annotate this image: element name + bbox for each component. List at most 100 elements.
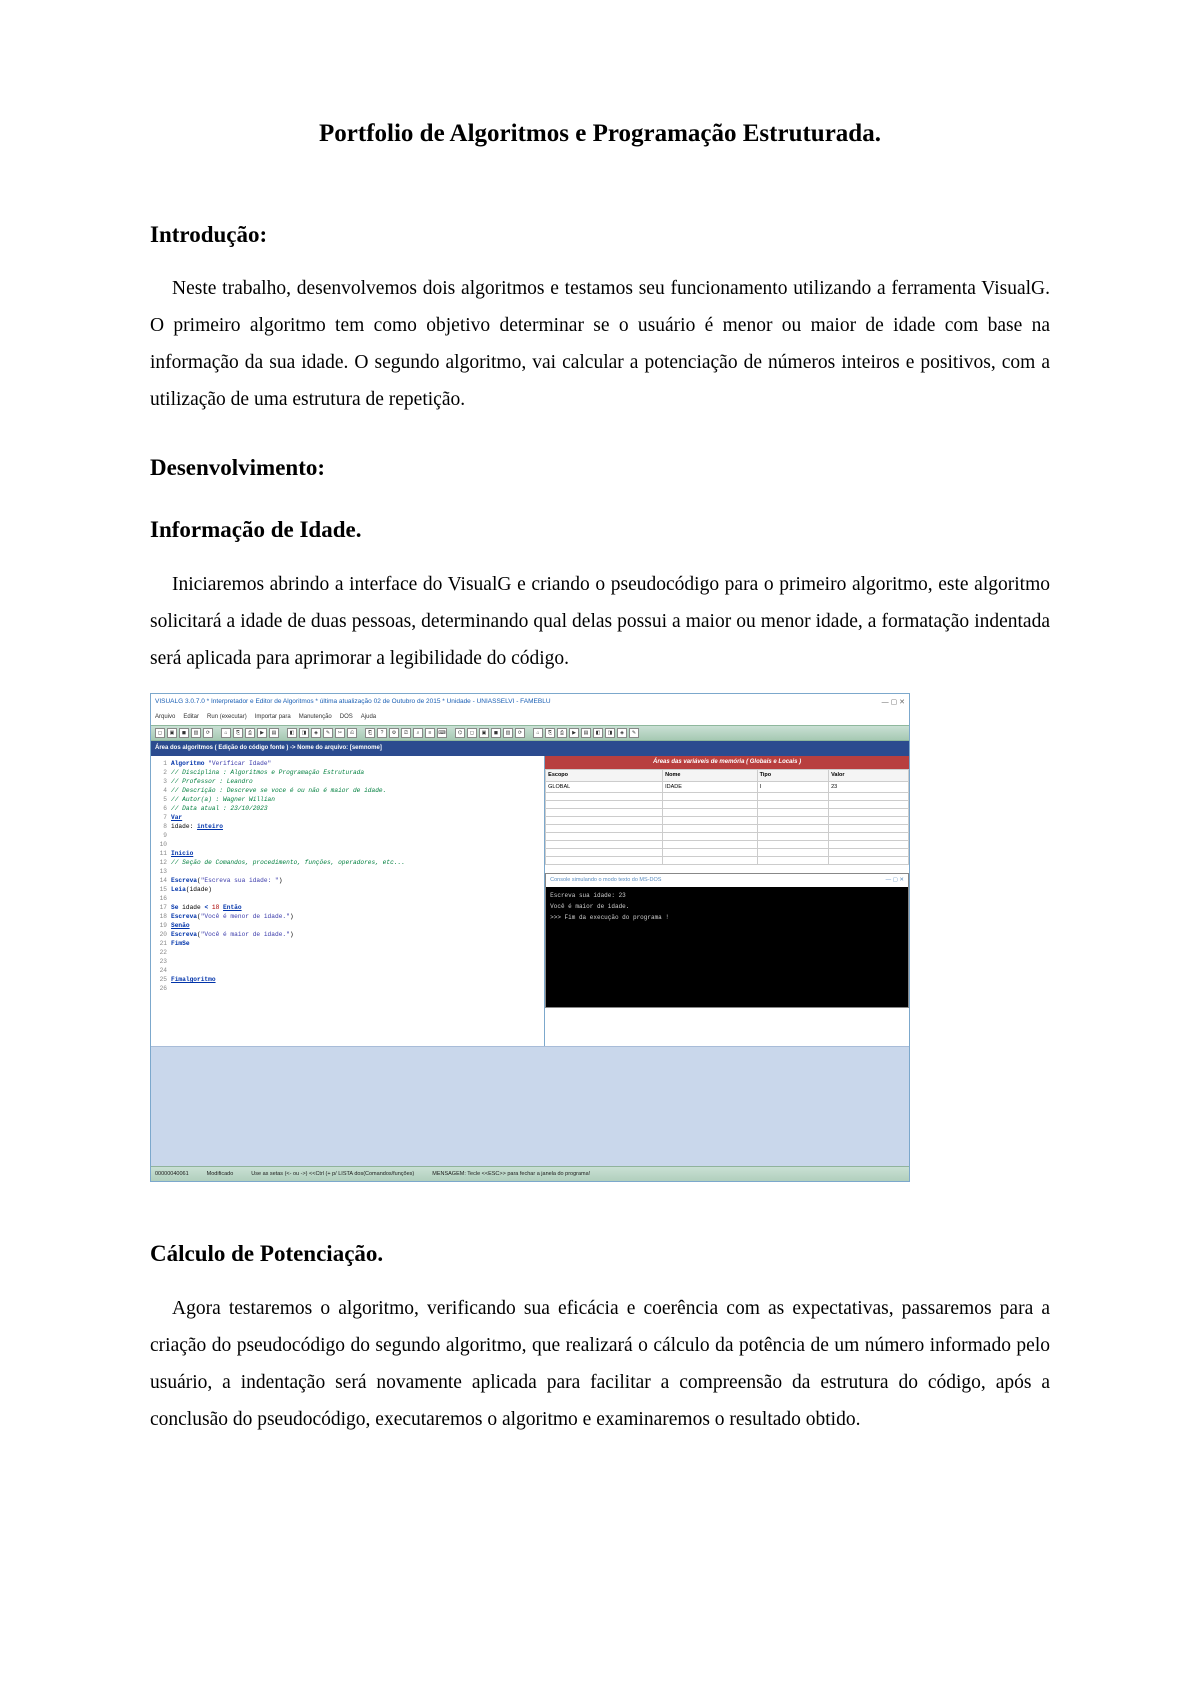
toolbar-button-icon[interactable]: ▶ bbox=[569, 728, 579, 738]
table-row bbox=[546, 841, 909, 849]
table-row bbox=[546, 857, 909, 865]
code-line[interactable]: 6// Data atual : 23/10/2023 bbox=[153, 804, 538, 813]
code-line[interactable]: 19 Senão bbox=[153, 921, 538, 930]
table-row bbox=[546, 825, 909, 833]
visualg-toolbar[interactable]: ◻▣◼▥⟳⌂⎘⎙▶▤◧◨◈✎✂⎌⎗?⚙⎚⌕≡⌨⌬◻▣◼▥⟳⌂⎘⎙▶▤◧◨◈✎ bbox=[151, 725, 909, 741]
toolbar-button-icon[interactable]: ▥ bbox=[191, 728, 201, 738]
code-line[interactable]: 22 bbox=[153, 948, 538, 957]
table-row bbox=[546, 849, 909, 857]
menu-item[interactable]: Run (executar) bbox=[207, 714, 247, 720]
status-position: 00000040061 bbox=[155, 1169, 189, 1179]
code-line[interactable]: 12// Seção de Comandos, procedimento, fu… bbox=[153, 858, 538, 867]
code-line[interactable]: 9 bbox=[153, 831, 538, 840]
toolbar-button-icon[interactable]: ? bbox=[377, 728, 387, 738]
toolbar-button-icon[interactable]: ▣ bbox=[167, 728, 177, 738]
variables-panel-header: Áreas das variáveis de memória ( Globais… bbox=[545, 756, 909, 769]
info-idade-heading: Informação de Idade. bbox=[150, 508, 1050, 552]
table-row bbox=[546, 809, 909, 817]
toolbar-button-icon[interactable]: ✂ bbox=[335, 728, 345, 738]
code-line[interactable]: 10 bbox=[153, 840, 538, 849]
code-line[interactable]: 11Inicio bbox=[153, 849, 538, 858]
code-line[interactable]: 26 bbox=[153, 984, 538, 993]
menu-item[interactable]: Ajuda bbox=[361, 714, 376, 720]
code-line[interactable]: 13 bbox=[153, 867, 538, 876]
toolbar-button-icon[interactable]: ⟳ bbox=[203, 728, 213, 738]
toolbar-button-icon[interactable]: ⌬ bbox=[455, 728, 465, 738]
code-editor[interactable]: 1Algoritmo "Verificar Idade"2// Discipli… bbox=[151, 756, 545, 1046]
toolbar-button-icon[interactable]: ⟳ bbox=[515, 728, 525, 738]
window-controls-icon[interactable]: — ▢ ✕ bbox=[882, 696, 905, 709]
intro-body: Neste trabalho, desenvolvemos dois algor… bbox=[150, 270, 1050, 418]
toolbar-button-icon[interactable]: ⌂ bbox=[533, 728, 543, 738]
toolbar-button-icon[interactable]: ⎚ bbox=[401, 728, 411, 738]
status-mode: Modificado bbox=[207, 1169, 234, 1179]
code-line[interactable]: 24 bbox=[153, 966, 538, 975]
menu-item[interactable]: Editar bbox=[183, 714, 199, 720]
menu-item[interactable]: Arquivo bbox=[155, 714, 175, 720]
visualg-titlebar: VISUALG 3.0.7.0 * Interpretador e Editor… bbox=[151, 694, 909, 711]
console-output: Escreva sua idade: 23 Você é maior de id… bbox=[546, 887, 908, 1007]
toolbar-button-icon[interactable]: ◈ bbox=[311, 728, 321, 738]
toolbar-button-icon[interactable]: ✎ bbox=[323, 728, 333, 738]
toolbar-button-icon[interactable]: ⎙ bbox=[245, 728, 255, 738]
code-line[interactable]: 23 bbox=[153, 957, 538, 966]
toolbar-button-icon[interactable]: ▥ bbox=[503, 728, 513, 738]
code-line[interactable]: 25Fimalgoritmo bbox=[153, 975, 538, 984]
code-line[interactable]: 20 Escreva("Você é maior de idade.") bbox=[153, 930, 538, 939]
toolbar-button-icon[interactable]: ✎ bbox=[629, 728, 639, 738]
menu-item[interactable]: DOS bbox=[340, 714, 353, 720]
menu-item[interactable]: Importar para bbox=[255, 714, 291, 720]
toolbar-button-icon[interactable]: ⎘ bbox=[545, 728, 555, 738]
toolbar-button-icon[interactable]: ⎘ bbox=[233, 728, 243, 738]
visualg-window: VISUALG 3.0.7.0 * Interpretador e Editor… bbox=[150, 693, 910, 1183]
toolbar-button-icon[interactable]: ⚙ bbox=[389, 728, 399, 738]
toolbar-button-icon[interactable]: ▶ bbox=[257, 728, 267, 738]
toolbar-button-icon[interactable]: ◈ bbox=[617, 728, 627, 738]
code-line[interactable]: 4// Descrição : Descreve se voce é ou nã… bbox=[153, 786, 538, 795]
status-message: MENSAGEM: Tecle <<ESC>> para fechar a ja… bbox=[432, 1169, 590, 1179]
code-line[interactable]: 1Algoritmo "Verificar Idade" bbox=[153, 759, 538, 768]
toolbar-button-icon[interactable]: ▣ bbox=[479, 728, 489, 738]
vars-col-header: Nome bbox=[663, 770, 757, 781]
toolbar-button-icon[interactable]: ⎙ bbox=[557, 728, 567, 738]
vars-col-header: Escopo bbox=[546, 770, 663, 781]
code-line[interactable]: 17 Se idade < 18 Então bbox=[153, 903, 538, 912]
toolbar-button-icon[interactable]: ◼ bbox=[491, 728, 501, 738]
toolbar-button-icon[interactable]: ◨ bbox=[299, 728, 309, 738]
toolbar-button-icon[interactable]: ◻ bbox=[155, 728, 165, 738]
calc-body: Agora testaremos o algoritmo, verificand… bbox=[150, 1290, 1050, 1438]
toolbar-button-icon[interactable]: ◼ bbox=[179, 728, 189, 738]
code-line[interactable]: 7Var bbox=[153, 813, 538, 822]
toolbar-button-icon[interactable]: ▤ bbox=[581, 728, 591, 738]
toolbar-button-icon[interactable]: ⌂ bbox=[221, 728, 231, 738]
vars-col-header: Tipo bbox=[757, 770, 829, 781]
info-idade-body: Iniciaremos abrindo a interface do Visua… bbox=[150, 566, 1050, 677]
toolbar-button-icon[interactable]: ⌨ bbox=[437, 728, 447, 738]
toolbar-button-icon[interactable]: ◧ bbox=[287, 728, 297, 738]
bottom-pad bbox=[151, 1046, 909, 1166]
code-line[interactable]: 8 idade: inteiro bbox=[153, 822, 538, 831]
visualg-menubar[interactable]: Arquivo Editar Run (executar) Importar para… bbox=[151, 711, 909, 724]
code-line[interactable]: 21 FimSe bbox=[153, 939, 538, 948]
toolbar-button-icon[interactable]: ⌕ bbox=[413, 728, 423, 738]
console-window-controls-icon[interactable]: — ▢ ✕ bbox=[886, 875, 904, 885]
toolbar-button-icon[interactable]: ▤ bbox=[269, 728, 279, 738]
vars-col-header: Valor bbox=[829, 770, 909, 781]
code-line[interactable]: 5// Autor(a) : Wagner Willian bbox=[153, 795, 538, 804]
code-line[interactable]: 15 Leia(idade) bbox=[153, 885, 538, 894]
toolbar-button-icon[interactable]: ≡ bbox=[425, 728, 435, 738]
algorithms-bar: Área dos algoritmos ( Edição do código f… bbox=[151, 741, 909, 756]
code-line[interactable]: 18 Escreva("Você é menor de idade.") bbox=[153, 912, 538, 921]
code-line[interactable]: 3// Professor : Leandro bbox=[153, 777, 538, 786]
toolbar-button-icon[interactable]: ⎌ bbox=[347, 728, 357, 738]
toolbar-button-icon[interactable]: ⎗ bbox=[365, 728, 375, 738]
toolbar-button-icon[interactable]: ◨ bbox=[605, 728, 615, 738]
toolbar-button-icon[interactable]: ◧ bbox=[593, 728, 603, 738]
table-row: GLOBALIDADEI23 bbox=[546, 781, 909, 792]
code-line[interactable]: 14 Escreva("Escreva sua idade: ") bbox=[153, 876, 538, 885]
status-hint: Use as setas (<- ou ->) <<Ctrl (+ p/ LIS… bbox=[251, 1169, 414, 1179]
code-line[interactable]: 16 bbox=[153, 894, 538, 903]
toolbar-button-icon[interactable]: ◻ bbox=[467, 728, 477, 738]
menu-item[interactable]: Manutenção bbox=[299, 714, 332, 720]
code-line[interactable]: 2// Disciplina : Algoritmos e Programaçã… bbox=[153, 768, 538, 777]
